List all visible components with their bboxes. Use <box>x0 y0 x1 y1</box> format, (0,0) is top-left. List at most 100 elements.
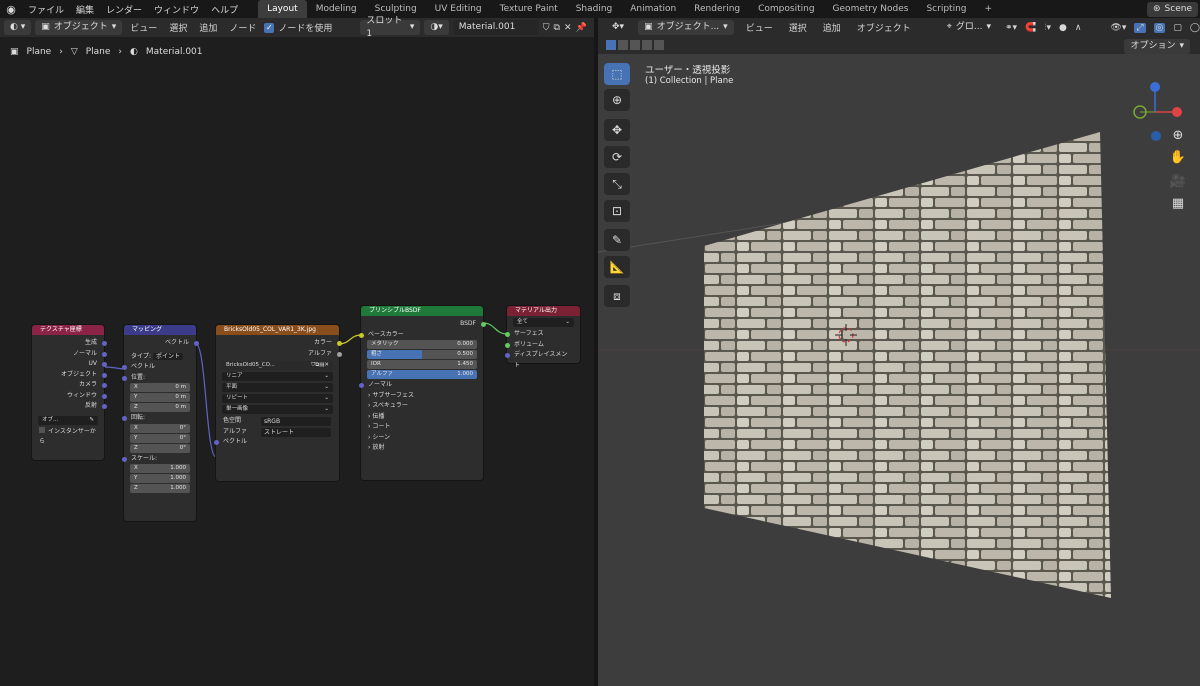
menu-add[interactable]: 追加 <box>819 21 845 34</box>
interpolation-dropdown[interactable]: リニア ⌄ <box>222 372 333 381</box>
node-header: マテリアル出力 <box>507 306 580 316</box>
tab-animation[interactable]: Animation <box>621 0 685 18</box>
projection-dropdown[interactable]: 平面 ⌄ <box>222 383 333 392</box>
select-box-tool[interactable]: ⬚ <box>604 63 630 85</box>
principled-bsdf-node[interactable]: プリンシプルBSDF BSDF ベースカラー メタリック 0.000 粗さ 0.50… <box>358 306 486 480</box>
menu-render[interactable]: レンダー <box>100 3 148 16</box>
snap-settings-icon[interactable]: ⫶▾ <box>1044 23 1051 33</box>
scene-canvas[interactable] <box>598 54 1200 686</box>
menu-window[interactable]: ウィンドウ <box>148 3 205 16</box>
tab-texture-paint[interactable]: Texture Paint <box>491 0 567 18</box>
node-header: マッピング <box>124 325 196 335</box>
node-header: BricksOld05_COL_VAR1_3K.jpg <box>216 325 339 335</box>
roughness-field[interactable]: 粗さ 0.500 <box>367 350 477 359</box>
tab-compositing[interactable]: Compositing <box>749 0 823 18</box>
panel-sheen[interactable]: › シーン <box>361 433 483 444</box>
rotate-tool[interactable]: ⟳ <box>604 146 630 168</box>
zoom-icon[interactable]: ⊕ <box>1168 128 1188 148</box>
add-cube-tool[interactable]: ⧈ <box>604 285 630 307</box>
transform-orientation-dropdown[interactable]: ⌖ グロ... ▾ <box>941 20 997 35</box>
output-window: ウィンドウ <box>32 391 107 402</box>
visibility-icon[interactable]: 👁▾ <box>1110 23 1126 33</box>
move-tool[interactable]: ✥ <box>604 119 630 141</box>
material-output-node[interactable]: マテリアル出力 全て ⌄ サーフェス ボリューム ディスプレイスメント <box>504 306 580 369</box>
alpha-mode-row[interactable]: アルファ ストレート <box>216 427 339 438</box>
perspective-toggle-icon[interactable]: ▦ <box>1168 196 1188 216</box>
rotation-x[interactable]: X 0° <box>130 423 190 433</box>
transform-tool[interactable]: ⊡ <box>604 200 630 222</box>
menu-edit[interactable]: 編集 <box>70 3 100 16</box>
tab-scripting[interactable]: Scripting <box>917 0 975 18</box>
location-y[interactable]: Y0 m <box>130 393 190 402</box>
camera-view-icon[interactable]: 🎥 <box>1168 174 1188 194</box>
proportional-edit-icon[interactable]: ● <box>1059 23 1067 33</box>
from-instancer-checkbox[interactable]: インスタンサーから <box>32 426 104 445</box>
cursor-tool[interactable]: ⊕ <box>604 89 630 111</box>
extension-dropdown[interactable]: リピート ⌄ <box>222 394 333 403</box>
shading-wireframe-icon[interactable]: ◯ <box>1190 23 1200 33</box>
options-dropdown[interactable]: オプション ▾ <box>1124 39 1190 54</box>
panel-coat[interactable]: › コート <box>361 422 483 433</box>
location-x[interactable]: X0 m <box>130 383 190 392</box>
falloff-icon[interactable]: ∧ <box>1075 23 1082 33</box>
tab-layout[interactable]: Layout <box>258 0 307 18</box>
scale-y[interactable]: Y 1.000 <box>130 474 190 483</box>
alpha-field[interactable]: アルファ 1.000 <box>367 370 477 379</box>
shader-node-editor[interactable]: ◐ ▾ ▣ オブジェクト ▾ ビュー 選択 追加 ノード ✓ ノードを使用 スロット… <box>0 16 594 686</box>
add-workspace-button[interactable]: + <box>976 0 1002 18</box>
pivot-icon[interactable]: ⚭▾ <box>1005 23 1017 33</box>
tab-geometry-nodes[interactable]: Geometry Nodes <box>824 0 918 18</box>
panel-specular[interactable]: › スペキュラー <box>361 401 483 412</box>
transform-icon: ⊡ <box>611 204 623 218</box>
blender-logo-icon[interactable]: ◉ <box>0 3 22 16</box>
cursor-icon: ⊕ <box>611 93 623 107</box>
panel-subsurface[interactable]: › サブサーフェス <box>361 391 483 402</box>
overlay-toggle-icon[interactable]: ◎ <box>1153 22 1166 33</box>
menu-view[interactable]: ビュー <box>742 21 777 34</box>
textured-plane-object[interactable] <box>704 132 1111 598</box>
menu-help[interactable]: ヘルプ <box>205 3 244 16</box>
ior-field[interactable]: IOR 1.450 <box>367 360 477 369</box>
texture-coordinate-node[interactable]: テクスチャ座標 生成 ノーマル UV オブジェクト カメラ ウィンドウ 反射 オ… <box>32 325 107 460</box>
input-normal: ノーマル <box>358 380 483 391</box>
menu-select[interactable]: 選択 <box>785 21 811 34</box>
image-buttons-icon[interactable]: ⛉⧉▤✕ <box>311 361 329 370</box>
xray-icon[interactable]: ▢ <box>1173 23 1182 33</box>
metallic-field[interactable]: メタリック 0.000 <box>367 340 477 349</box>
gizmo-toggle-icon[interactable]: ⤢ <box>1134 22 1146 33</box>
interaction-mode-dropdown[interactable]: ▣ オブジェクト... ▾ <box>638 20 734 35</box>
menu-file[interactable]: ファイル <box>22 3 70 16</box>
scale-z[interactable]: Z 1.000 <box>130 484 190 493</box>
eyedropper-icon[interactable]: ✎ <box>89 416 94 425</box>
scale-x[interactable]: X 1.000 <box>130 464 190 473</box>
panel-transmission[interactable]: › 伝播 <box>361 412 483 423</box>
tab-rendering[interactable]: Rendering <box>685 0 749 18</box>
image-selector[interactable]: BricksOld05_CO... ⛉⧉▤✕ <box>222 361 333 370</box>
tab-uv-editing[interactable]: UV Editing <box>426 0 491 18</box>
snap-icon[interactable]: 🧲 <box>1025 23 1036 33</box>
selection-mode-icons[interactable] <box>606 40 664 50</box>
scale-tool[interactable]: ⤡ <box>604 173 630 195</box>
tab-shading[interactable]: Shading <box>567 0 622 18</box>
cube-icon: ▣ <box>644 22 653 32</box>
editor-type-dropdown[interactable]: ✥▾ <box>606 20 630 35</box>
mapping-node[interactable]: マッピング ベクトル タイプ: ポイント ベクトル 位置: X0 m Y0 m … <box>121 325 199 521</box>
image-texture-node[interactable]: BricksOld05_COL_VAR1_3K.jpg カラー アルファ Bri… <box>213 325 342 481</box>
menu-object[interactable]: オブジェクト <box>853 21 915 34</box>
location-z[interactable]: Z0 m <box>130 403 190 412</box>
3d-viewport[interactable]: ✥▾ ▣ オブジェクト... ▾ ビュー 選択 追加 オブジェクト ⌖ グロ... ▾ … <box>598 18 1200 686</box>
target-dropdown[interactable]: 全て ⌄ <box>513 318 574 327</box>
move-icon: ✥ <box>611 123 623 137</box>
annotate-tool[interactable]: ✎ <box>604 229 630 251</box>
mapping-type[interactable]: タイプ: ポイント <box>124 352 196 363</box>
pan-hand-icon[interactable]: ✋ <box>1168 150 1188 170</box>
tab-modeling[interactable]: Modeling <box>307 0 366 18</box>
measure-tool[interactable]: 📐 <box>604 256 630 278</box>
object-picker[interactable]: オブ... ✎ <box>38 415 98 425</box>
scene-selector[interactable]: ⊛ Scene <box>1147 1 1198 17</box>
rotation-z[interactable]: Z 0° <box>130 443 190 453</box>
source-dropdown[interactable]: 単一画像 ⌄ <box>222 405 333 414</box>
panel-emission[interactable]: › 放射 <box>361 443 483 454</box>
colorspace-row[interactable]: 色空間 sRGB <box>216 416 339 427</box>
rotation-y[interactable]: Y 0° <box>130 433 190 443</box>
